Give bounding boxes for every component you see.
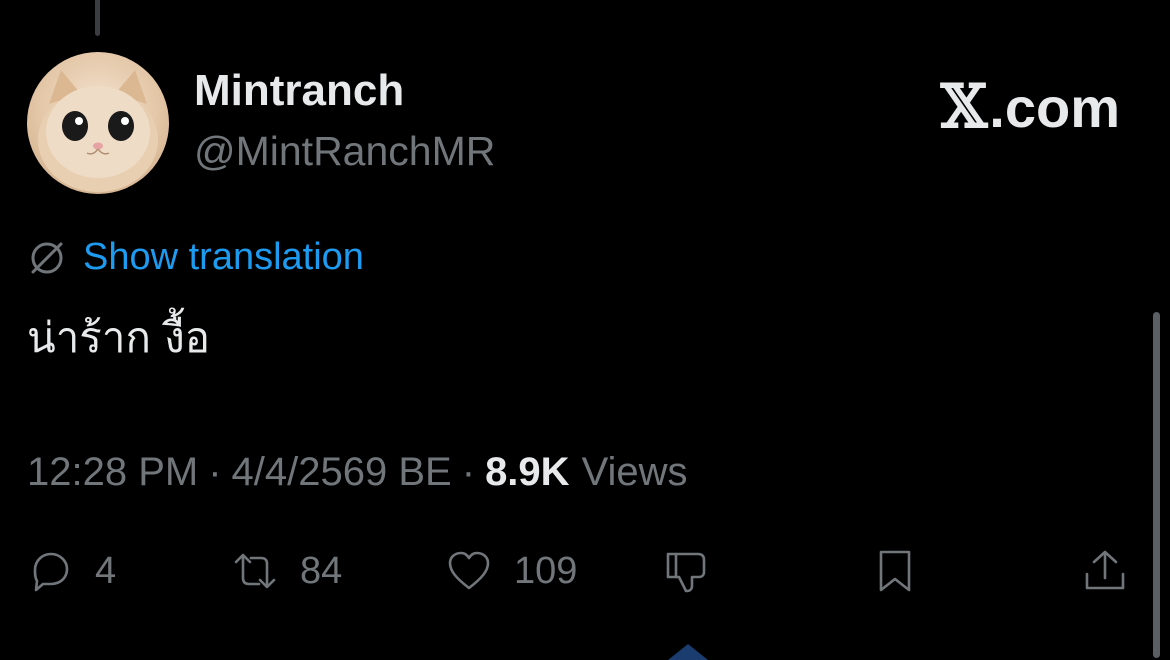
- tweet-time[interactable]: 12:28 PM: [27, 450, 198, 495]
- scrollbar[interactable]: [1153, 312, 1160, 658]
- like-button[interactable]: 109: [446, 548, 577, 594]
- repost-count: 84: [300, 549, 343, 592]
- author-display-name[interactable]: Mintranch: [194, 66, 404, 116]
- brand-domain-text: .com: [989, 75, 1120, 139]
- views-label: Views: [581, 450, 688, 494]
- repost-button[interactable]: 84: [232, 548, 342, 594]
- share-icon: [1085, 550, 1125, 590]
- thumbs-down-icon: [666, 552, 706, 593]
- repost-icon: [234, 553, 276, 589]
- tweet-text: น่าร้าก งื้อ: [27, 313, 210, 362]
- meta-separator: ·: [208, 450, 222, 494]
- meta-separator: ·: [461, 450, 476, 494]
- thread-connector-line: [95, 0, 100, 36]
- heart-icon: [448, 551, 490, 590]
- tweet-meta: 12:28 PM · 4/4/2569 BE · 8.9K Views: [27, 450, 688, 495]
- translation-row[interactable]: Show translation: [27, 236, 364, 279]
- dislike-button[interactable]: [662, 548, 708, 594]
- bookmark-button[interactable]: [872, 548, 918, 594]
- avatar[interactable]: [27, 52, 169, 194]
- tweet-action-bar: 4 84 109: [0, 548, 1170, 612]
- views-count: 8.9K: [485, 450, 570, 494]
- reply-button[interactable]: 4: [27, 548, 116, 594]
- share-button[interactable]: [1082, 548, 1128, 594]
- author-handle[interactable]: @MintRanchMR: [194, 128, 495, 175]
- x-brand-logo: 𝕏 .com: [941, 72, 1120, 142]
- like-count: 109: [514, 549, 578, 592]
- bookmark-icon: [879, 550, 911, 592]
- show-translation-link[interactable]: Show translation: [83, 236, 364, 279]
- x-logo-icon: 𝕏: [940, 72, 988, 142]
- reply-count: 4: [95, 549, 117, 592]
- tweet-date[interactable]: 4/4/2569 BE: [232, 450, 452, 495]
- reply-icon: [33, 552, 69, 592]
- globe-icon: [31, 242, 63, 273]
- cat-avatar-icon: [38, 70, 158, 192]
